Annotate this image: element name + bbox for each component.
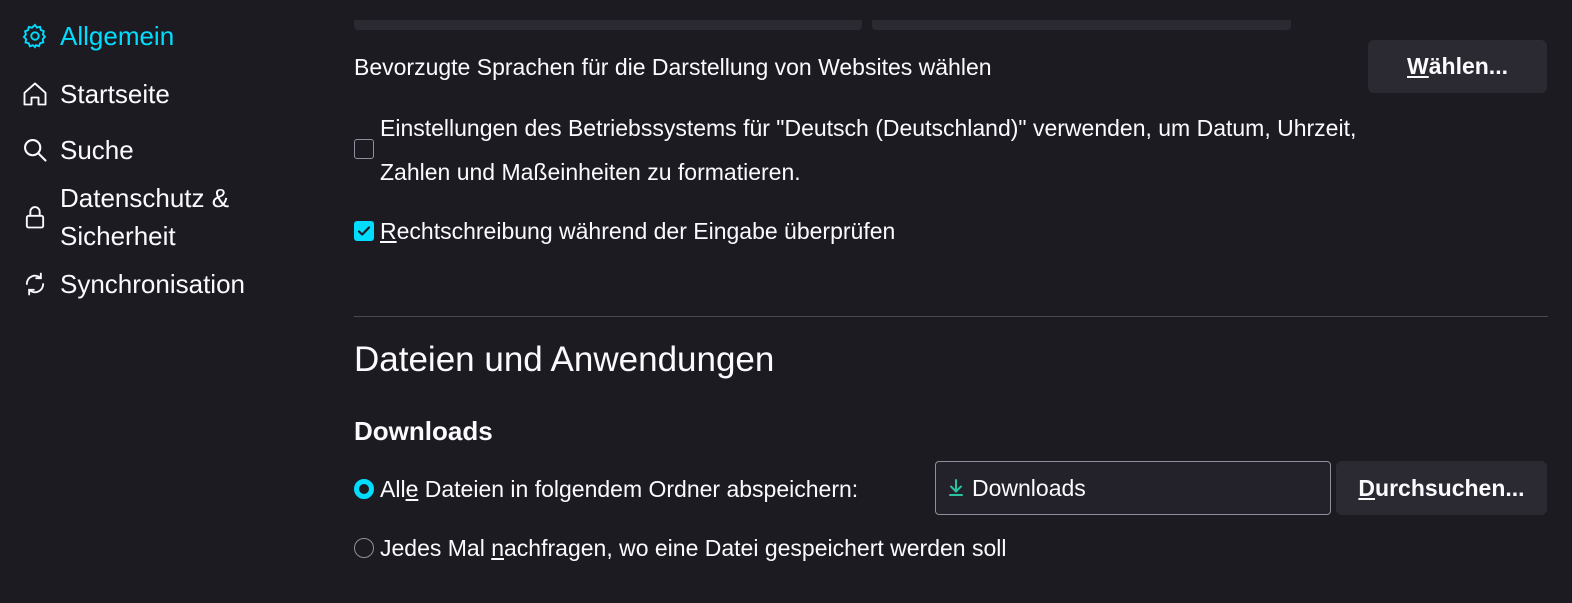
- os-locale-label-line2: Zahlen und Maßeinheiten zu formatieren.: [380, 159, 801, 185]
- sidebar: Allgemein Startseite Suche Datenschutz &…: [0, 0, 330, 603]
- sidebar-item-label: Datenschutz & Sicherheit: [60, 179, 229, 255]
- accesskey: R: [380, 218, 397, 244]
- ask-each-time-radio[interactable]: [354, 538, 374, 558]
- browse-button[interactable]: Durchsuchen...: [1336, 461, 1547, 515]
- sidebar-item-label: Synchronisation: [60, 269, 245, 299]
- download-folder-field[interactable]: Downloads: [935, 461, 1331, 515]
- folder-value: Downloads: [972, 474, 1086, 501]
- sidebar-item-label-line1: Datenschutz &: [60, 183, 230, 213]
- scrolled-control-left[interactable]: [354, 20, 862, 30]
- label-prefix: All: [380, 476, 406, 502]
- label-suffix: achfragen, wo eine Datei gespeichert wer…: [504, 535, 1007, 561]
- home-icon: [18, 75, 52, 113]
- sidebar-item-startseite[interactable]: Startseite: [18, 75, 170, 113]
- spellcheck-checkbox[interactable]: [354, 221, 374, 241]
- main-content: Bevorzugte Sprachen für die Darstellung …: [354, 0, 1548, 603]
- os-locale-label: Einstellungen des Betriebssystems für "D…: [380, 106, 1356, 194]
- sidebar-item-datenschutz[interactable]: Datenschutz & Sicherheit: [18, 179, 229, 255]
- section-divider: [354, 316, 1548, 317]
- scrolled-control-right[interactable]: [872, 20, 1291, 30]
- sidebar-item-label-line2: Sicherheit: [60, 221, 176, 251]
- accesskey: W: [1407, 53, 1429, 79]
- search-icon: [18, 131, 52, 169]
- accesskey: e: [405, 476, 419, 502]
- save-all-radio[interactable]: [354, 479, 374, 499]
- os-locale-checkbox[interactable]: [354, 139, 374, 159]
- sync-icon: [18, 265, 52, 303]
- choose-languages-button[interactable]: Wählen...: [1368, 40, 1547, 93]
- label-suffix: Dateien in folgendem Ordner abspeichern:: [418, 476, 859, 502]
- save-all-label[interactable]: Alle Dateien in folgendem Ordner abspeic…: [380, 467, 858, 511]
- os-locale-label-line1: Einstellungen des Betriebssystems für "D…: [380, 115, 1357, 141]
- button-label: urchsuchen...: [1375, 474, 1525, 501]
- spellcheck-label[interactable]: Rechtschreibung während der Eingabe über…: [380, 209, 895, 253]
- sidebar-item-allgemein[interactable]: Allgemein: [18, 17, 174, 55]
- lock-icon: [18, 179, 52, 255]
- gear-icon: [18, 17, 52, 55]
- sidebar-item-label: Allgemein: [60, 21, 175, 51]
- accesskey: n: [491, 535, 505, 561]
- sidebar-item-label: Suche: [60, 135, 134, 165]
- accesskey: D: [1358, 474, 1376, 501]
- files-section-heading: Dateien und Anwendungen: [354, 340, 775, 379]
- label-prefix: Jedes Mal: [380, 535, 492, 561]
- download-icon: [949, 479, 963, 496]
- sidebar-item-label: Startseite: [60, 79, 170, 109]
- button-label: ählen...: [1428, 53, 1508, 79]
- sidebar-item-synchronisation[interactable]: Synchronisation: [18, 265, 245, 303]
- sidebar-item-suche[interactable]: Suche: [18, 131, 134, 169]
- label-text: echtschreibung während der Eingabe überp…: [396, 218, 896, 244]
- ask-each-time-label[interactable]: Jedes Mal nachfragen, wo eine Datei gesp…: [380, 526, 1006, 570]
- downloads-heading: Downloads: [354, 416, 493, 446]
- preferred-languages-text: Bevorzugte Sprachen für die Darstellung …: [354, 53, 992, 80]
- checkmark-icon: [357, 226, 371, 236]
